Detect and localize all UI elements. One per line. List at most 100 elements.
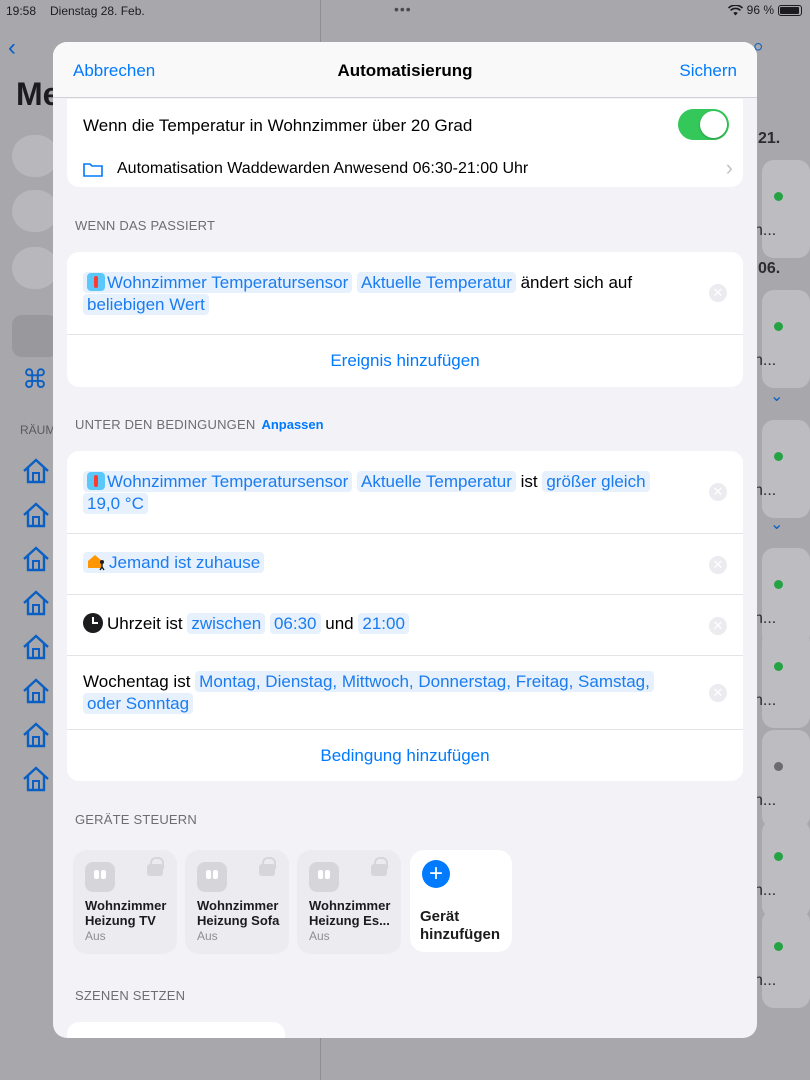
room-house-icon[interactable] — [22, 722, 50, 748]
condition-row-temperature[interactable]: Wohnzimmer Temperatursensor Aktuelle Tem… — [67, 451, 743, 533]
device-state: Aus — [197, 929, 218, 943]
presence-label: Jemand ist zuhause — [109, 553, 261, 572]
time-prefix: Uhrzeit ist — [107, 614, 183, 633]
automation-tab-icon[interactable] — [12, 315, 58, 357]
trigger-card: Wohnzimmer Temperatursensor Aktuelle Tem… — [67, 252, 743, 387]
condition-value[interactable]: 19,0 °C — [83, 493, 148, 514]
room-house-icon[interactable] — [22, 502, 50, 528]
thermometer-icon — [87, 472, 105, 490]
condition-characteristic[interactable]: Aktuelle Temperatur — [356, 471, 516, 492]
trigger-value[interactable]: beliebigen Wert — [83, 294, 209, 315]
condition-row-weekday[interactable]: Wochentag ist Montag, Dienstag, Mittwoch… — [67, 655, 743, 729]
remove-icon[interactable]: ✕ — [709, 617, 727, 635]
enabled-toggle[interactable] — [678, 109, 729, 140]
time-end[interactable]: 21:00 — [358, 613, 409, 634]
room-house-icon[interactable] — [22, 546, 50, 572]
bg-right-label: 06. — [758, 260, 781, 277]
automation-name[interactable]: Wenn die Temperatur in Wohnzimmer über 2… — [83, 116, 472, 136]
bg-right-label: 21. — [758, 130, 781, 147]
time-start[interactable]: 06:30 — [269, 613, 321, 634]
trigger-verb: ändert sich auf — [520, 273, 633, 292]
chevron-right-icon[interactable]: › — [726, 155, 733, 181]
device-name: Wohnzimmer Heizung Sofa — [197, 898, 280, 928]
device-tile[interactable]: Wohnzimmer Heizung TV Aus — [73, 850, 177, 954]
lock-icon — [147, 857, 164, 876]
add-device-label: Gerät hinzufügen — [420, 908, 500, 943]
save-button[interactable]: Sichern — [679, 61, 737, 81]
clock-icon — [83, 613, 103, 633]
customize-link[interactable]: Anpassen — [261, 417, 323, 432]
bg-card-text: n... — [754, 482, 777, 499]
add-condition-button[interactable]: Bedingung hinzufügen — [67, 729, 743, 781]
room-house-icon[interactable] — [22, 766, 50, 792]
wifi-icon — [727, 4, 743, 15]
time-mode[interactable]: zwischen — [187, 613, 266, 634]
folder-label[interactable]: Automatisation Waddewarden Anwesend 06:3… — [117, 160, 528, 178]
condition-row-time[interactable]: Uhrzeit ist zwischen 06:30 und 21:00 ✕ — [67, 594, 743, 655]
bg-accessory-card[interactable]: n... — [754, 160, 810, 258]
remove-icon[interactable]: ✕ — [709, 483, 727, 501]
lock-icon — [371, 857, 388, 876]
house-person-icon — [88, 555, 105, 571]
bg-card-text: n... — [754, 352, 777, 369]
status-dot — [774, 322, 783, 331]
remove-icon[interactable]: ✕ — [709, 556, 727, 574]
automation-header-card: Wenn die Temperatur in Wohnzimmer über 2… — [67, 99, 743, 187]
time-and: und — [325, 614, 354, 633]
trigger-row[interactable]: Wohnzimmer Temperatursensor Aktuelle Tem… — [67, 252, 743, 334]
light-icon[interactable] — [12, 247, 58, 289]
remove-icon[interactable]: ✕ — [709, 684, 727, 702]
multitasking-dots-icon[interactable]: ••• — [394, 1, 412, 17]
presence-chip[interactable]: Jemand ist zuhause — [83, 552, 265, 573]
status-dot — [774, 762, 783, 771]
home-icon[interactable] — [12, 135, 58, 177]
device-tile[interactable]: Wohnzimmer Heizung Sofa Aus — [185, 850, 289, 954]
add-device-button[interactable]: + Gerät hinzufügen — [410, 850, 512, 952]
room-house-icon[interactable] — [22, 458, 50, 484]
condition-sensor-label: Wohnzimmer Temperatursensor — [107, 472, 349, 491]
status-dot — [774, 192, 783, 201]
status-bar: 19:58 Dienstag 28. Feb. ••• 96 % — [0, 0, 810, 22]
page-title: Automatisierung — [337, 61, 473, 80]
status-dot — [774, 662, 783, 671]
bg-accessory-card[interactable]: n... — [754, 290, 810, 388]
scene-card[interactable] — [67, 1022, 285, 1038]
condition-operator[interactable]: größer gleich — [542, 471, 650, 492]
remove-icon[interactable]: ✕ — [709, 284, 727, 302]
outlet-icon — [85, 862, 115, 892]
conditions-card: Wohnzimmer Temperatursensor Aktuelle Tem… — [67, 451, 743, 781]
bg-card-text: n... — [754, 882, 777, 899]
device-tile[interactable]: Wohnzimmer Heizung Es... Aus — [297, 850, 401, 954]
condition-sensor[interactable]: Wohnzimmer Temperatursensor — [83, 471, 353, 492]
shortcuts-icon[interactable]: ⌘ — [22, 364, 48, 395]
chevron-down-icon[interactable]: ⌄ — [770, 386, 783, 406]
thermometer-icon — [87, 273, 105, 291]
condition-verb: ist — [520, 472, 538, 491]
status-dot — [774, 580, 783, 589]
status-dot — [774, 852, 783, 861]
bg-accessory-card[interactable]: n... — [754, 420, 810, 518]
climate-icon[interactable] — [12, 190, 58, 232]
device-state: Aus — [85, 929, 106, 943]
device-name: Wohnzimmer Heizung Es... — [309, 898, 391, 928]
back-chevron-icon[interactable]: ‹ — [8, 34, 16, 62]
section-header-trigger: WENN DAS PASSIERT — [75, 218, 216, 233]
trigger-sensor-label: Wohnzimmer Temperatursensor — [107, 273, 349, 292]
background-section: RÄUM — [20, 423, 56, 437]
condition-row-presence[interactable]: Jemand ist zuhause ✕ — [67, 533, 743, 594]
bg-accessory-card[interactable]: n... — [754, 820, 810, 918]
add-event-button[interactable]: Ereignis hinzufügen — [67, 334, 743, 386]
folder-icon — [83, 163, 103, 177]
outlet-icon — [197, 862, 227, 892]
trigger-sensor[interactable]: Wohnzimmer Temperatursensor — [83, 272, 353, 293]
room-house-icon[interactable] — [22, 678, 50, 704]
status-dot — [774, 452, 783, 461]
bg-accessory-card[interactable]: n... — [754, 630, 810, 728]
trigger-characteristic[interactable]: Aktuelle Temperatur — [356, 272, 516, 293]
status-dot — [774, 942, 783, 951]
bg-accessory-card[interactable]: n... — [754, 910, 810, 1008]
bg-accessory-card[interactable]: n... — [754, 730, 810, 828]
status-time: 19:58 — [6, 4, 37, 18]
room-house-icon[interactable] — [22, 634, 50, 660]
room-house-icon[interactable] — [22, 590, 50, 616]
